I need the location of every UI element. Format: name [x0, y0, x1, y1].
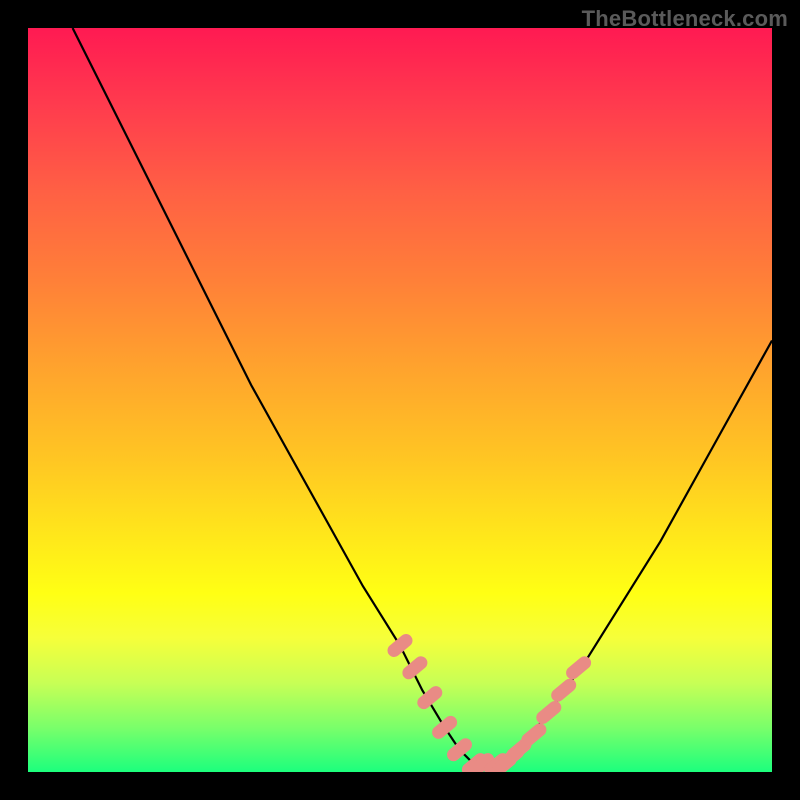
probe-marker	[573, 663, 585, 673]
probe-markers	[394, 641, 585, 770]
probe-marker	[394, 641, 406, 651]
probe-marker	[558, 685, 570, 695]
bottleneck-curve	[73, 28, 772, 765]
probe-marker	[439, 722, 451, 732]
chart-frame: TheBottleneck.com	[0, 0, 800, 800]
probe-marker	[528, 730, 540, 740]
plot-background	[28, 28, 772, 772]
chart-svg	[28, 28, 772, 772]
probe-marker	[424, 693, 436, 703]
probe-marker	[454, 745, 466, 755]
probe-marker	[513, 745, 525, 755]
probe-marker	[409, 663, 421, 673]
probe-marker	[543, 708, 555, 718]
